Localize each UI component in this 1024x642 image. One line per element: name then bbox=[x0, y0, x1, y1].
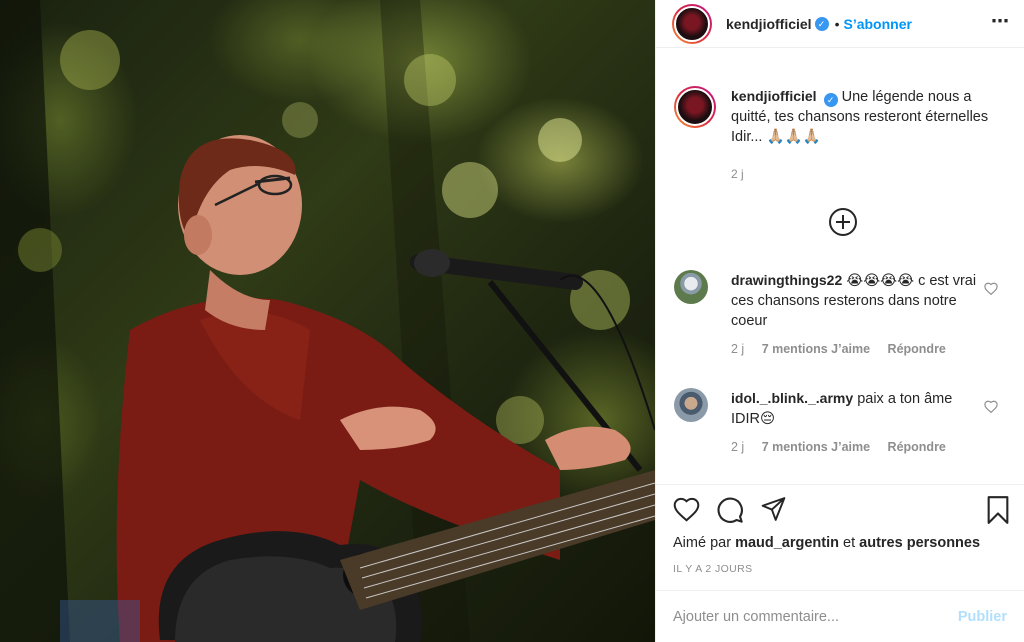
post-sidebar: kendjiofficiel ✓ • S’abonner ⋯ kendjioff… bbox=[655, 0, 1024, 642]
photo-illustration bbox=[0, 0, 655, 642]
likes-others-link[interactable]: autres personnes bbox=[859, 535, 980, 551]
comment-text: idol._.blink._.army paix a ton âme IDIR😔 bbox=[731, 388, 981, 429]
verified-icon: ✓ bbox=[814, 16, 829, 31]
likes-prefix: Aimé par bbox=[673, 535, 732, 551]
post-photo[interactable] bbox=[0, 0, 655, 642]
reply-button[interactable]: Répondre bbox=[888, 342, 946, 356]
comment-meta: 2 j 7 mentions J’aime Répondre bbox=[731, 342, 1014, 356]
post-caption: kendjiofficiel ✓ Une légende nous a quit… bbox=[674, 86, 1014, 184]
comment-item: drawingthings22 😭😭😭😭 c est vrai ces chan… bbox=[674, 270, 1014, 356]
commenter-avatar[interactable] bbox=[674, 388, 708, 422]
follow-button[interactable]: S’abonner bbox=[843, 16, 911, 32]
comment-icon[interactable] bbox=[716, 496, 744, 524]
comment-text: drawingthings22 😭😭😭😭 c est vrai ces chan… bbox=[731, 270, 981, 331]
verified-icon: ✓ bbox=[823, 93, 838, 107]
comment-input[interactable] bbox=[673, 608, 958, 625]
more-options-icon[interactable]: ⋯ bbox=[991, 12, 1010, 30]
load-more-comments-icon[interactable] bbox=[829, 208, 857, 236]
separator-dot: • bbox=[834, 15, 840, 32]
section-divider bbox=[656, 484, 1024, 485]
comment-like-heart-icon[interactable] bbox=[984, 282, 998, 295]
comment-time: 2 j bbox=[731, 342, 745, 356]
heart-icon[interactable] bbox=[673, 496, 700, 522]
comment-likes-count[interactable]: 7 mentions J’aime bbox=[762, 440, 870, 454]
commenter-username[interactable]: idol._.blink._.army bbox=[731, 390, 853, 406]
likes-conj: et bbox=[843, 535, 856, 551]
action-bar bbox=[673, 496, 1010, 526]
author-avatar[interactable] bbox=[672, 3, 712, 44]
caption-username[interactable]: kendjiofficiel bbox=[731, 88, 817, 104]
caption-avatar[interactable] bbox=[674, 86, 716, 128]
share-icon[interactable] bbox=[760, 496, 787, 522]
author-username[interactable]: kendjiofficiel bbox=[726, 16, 812, 32]
comment-time: 2 j bbox=[731, 440, 745, 454]
likes-summary: Aimé par maud_argentin et autres personn… bbox=[673, 535, 980, 551]
caption-text: kendjiofficiel ✓ Une légende nous a quit… bbox=[731, 86, 1014, 147]
commenter-username[interactable]: drawingthings22 bbox=[731, 272, 842, 288]
bookmark-icon[interactable] bbox=[986, 496, 1010, 524]
publish-button[interactable]: Publier bbox=[958, 609, 1007, 625]
post-modal: kendjiofficiel ✓ • S’abonner ⋯ kendjioff… bbox=[0, 0, 1024, 642]
liker-username[interactable]: maud_argentin bbox=[735, 535, 839, 551]
comment-likes-count[interactable]: 7 mentions J’aime bbox=[762, 342, 870, 356]
reply-button[interactable]: Répondre bbox=[888, 440, 946, 454]
post-timestamp[interactable]: IL Y A 2 JOURS bbox=[673, 563, 753, 575]
comment-composer: Publier bbox=[656, 591, 1024, 642]
comment-like-heart-icon[interactable] bbox=[984, 400, 998, 413]
commenter-avatar[interactable] bbox=[674, 270, 708, 304]
comment-item: idol._.blink._.army paix a ton âme IDIR😔… bbox=[674, 388, 1014, 454]
comment-meta: 2 j 7 mentions J’aime Répondre bbox=[731, 440, 1014, 454]
post-header: kendjiofficiel ✓ • S’abonner ⋯ bbox=[656, 0, 1024, 48]
caption-time: 2 j bbox=[731, 167, 744, 181]
